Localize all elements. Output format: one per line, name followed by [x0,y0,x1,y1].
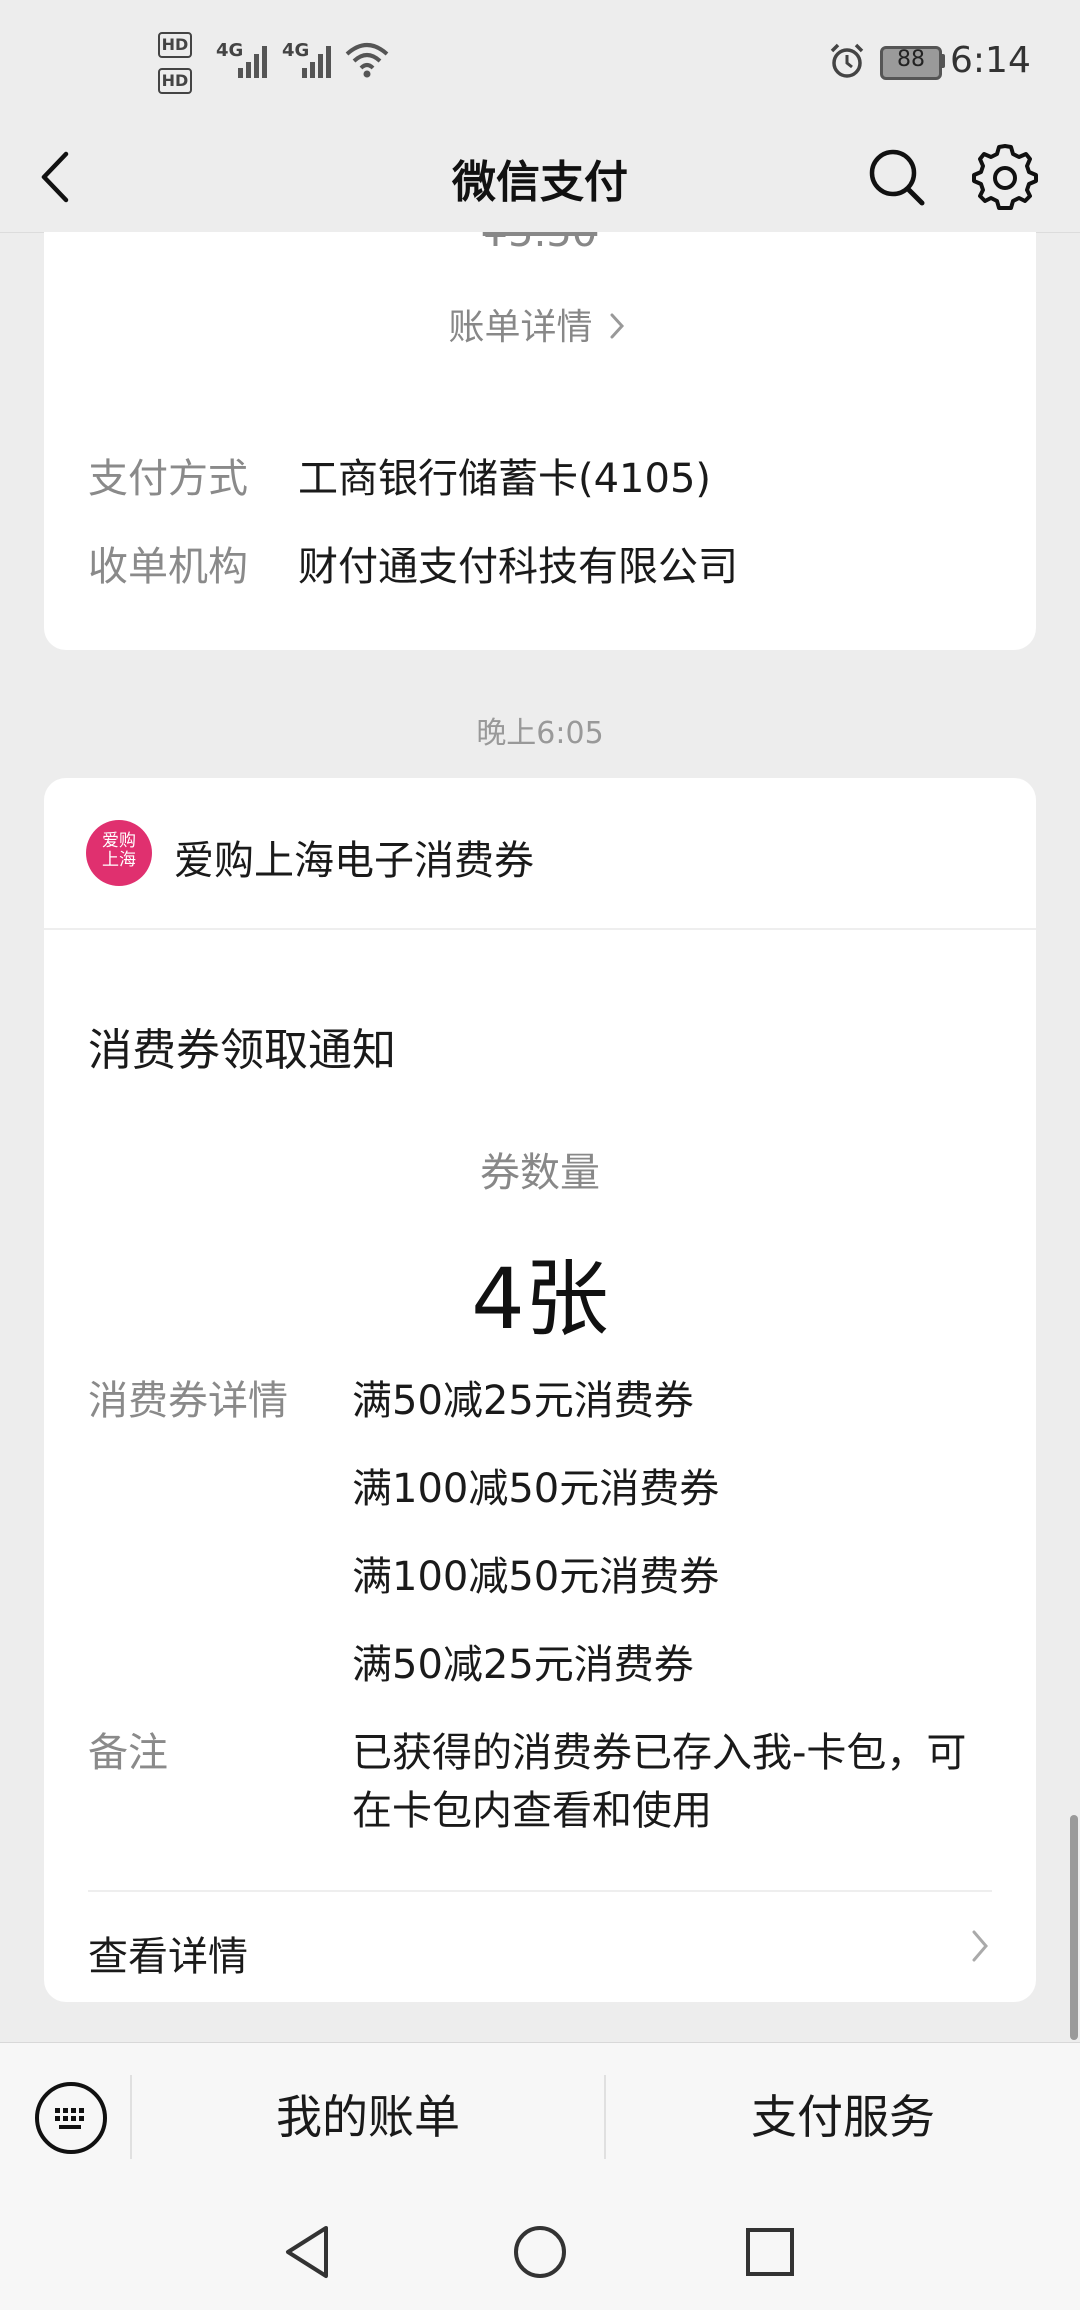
battery-icon: 88 [880,46,942,80]
payment-method-label: 支付方式 [88,456,248,502]
system-recents-button[interactable] [738,2220,802,2284]
system-back-button[interactable] [276,2220,340,2284]
battery-tip [940,54,945,68]
remark-line-1: 已获得的消费券已存入我-卡包，可 [352,1730,967,1776]
view-details-row[interactable]: 查看详情 [44,1892,1036,2002]
scrollbar-thumb[interactable] [1070,1815,1078,2040]
payment-method-value: 工商银行储蓄卡(4105) [298,456,712,502]
gear-icon [972,144,1038,210]
view-details-label: 查看详情 [88,1934,248,1980]
signal-icon-1 [236,40,272,84]
search-button[interactable] [862,142,932,212]
bill-detail-label: 账单详情 [448,307,593,348]
acquirer-value: 财付通支付科技有限公司 [298,544,738,590]
keyboard-icon [35,2082,107,2154]
coupon-detail-item: 满100减50元消费券 [352,1466,720,1512]
clock: 6:14 [950,40,1031,81]
circle-home-icon [514,2226,566,2278]
pay-service-button[interactable]: 支付服务 [606,2043,1080,2191]
settings-button[interactable] [970,142,1040,212]
logo-text-1: 爱购 [102,831,136,851]
wifi-icon [344,40,390,84]
coupon-detail-item: 满50减25元消费券 [352,1642,694,1688]
transaction-card: ¥5.50 账单详情 支付方式 工商银行储蓄卡(4105) 收单机构 财付通支付… [44,232,1036,650]
logo-text-2: 上海 [102,850,136,870]
sender-name: 爱购上海电子消费券 [174,838,534,884]
system-navigation-bar [0,2190,1080,2310]
remark-line-2: 在卡包内查看和使用 [352,1788,712,1834]
coupon-notice-card: 爱购 上海 爱购上海电子消费券 消费券领取通知 券数量 4张 消费券详情 满50… [44,778,1036,2002]
coupon-count-value: 4张 [471,1250,609,1348]
bottom-menu-bar: 我的账单 支付服务 [0,2042,1080,2191]
coupon-count-label: 券数量 [480,1150,600,1196]
coupon-detail-item: 满50减25元消费券 [352,1378,694,1424]
hd-indicator-2: HD [158,68,192,94]
search-icon [869,149,925,206]
hd-indicator-1: HD [158,32,192,58]
acquirer-label: 收单机构 [88,544,248,590]
triangle-back-icon [286,2226,328,2278]
square-recents-icon [746,2228,794,2276]
my-bill-button[interactable]: 我的账单 [132,2043,604,2191]
battery-level: 88 [897,47,925,72]
nav-bar: 微信支付 [0,120,1080,233]
status-bar: HD HD 4G 4G 88 6:14 [0,0,1080,120]
remark-label: 备注 [88,1730,168,1776]
message-timestamp: 晚上6:05 [476,716,604,751]
amount-original: ¥5.50 [482,232,598,256]
chevron-right-icon [972,1930,988,1962]
bill-detail-link[interactable]: 账单详情 [44,298,1036,350]
signal-icon-2 [300,40,336,84]
keyboard-toggle-button[interactable] [26,2073,116,2163]
alarm-icon [828,42,866,84]
coupon-detail-item: 满100减50元消费券 [352,1554,720,1600]
system-home-button[interactable] [508,2220,572,2284]
sender-logo: 爱购 上海 [86,820,152,886]
notice-title: 消费券领取通知 [88,1025,396,1076]
chevron-right-icon [610,313,624,339]
coupon-details-label: 消费券详情 [88,1378,288,1424]
sender-header[interactable]: 爱购 上海 爱购上海电子消费券 [44,778,1036,930]
